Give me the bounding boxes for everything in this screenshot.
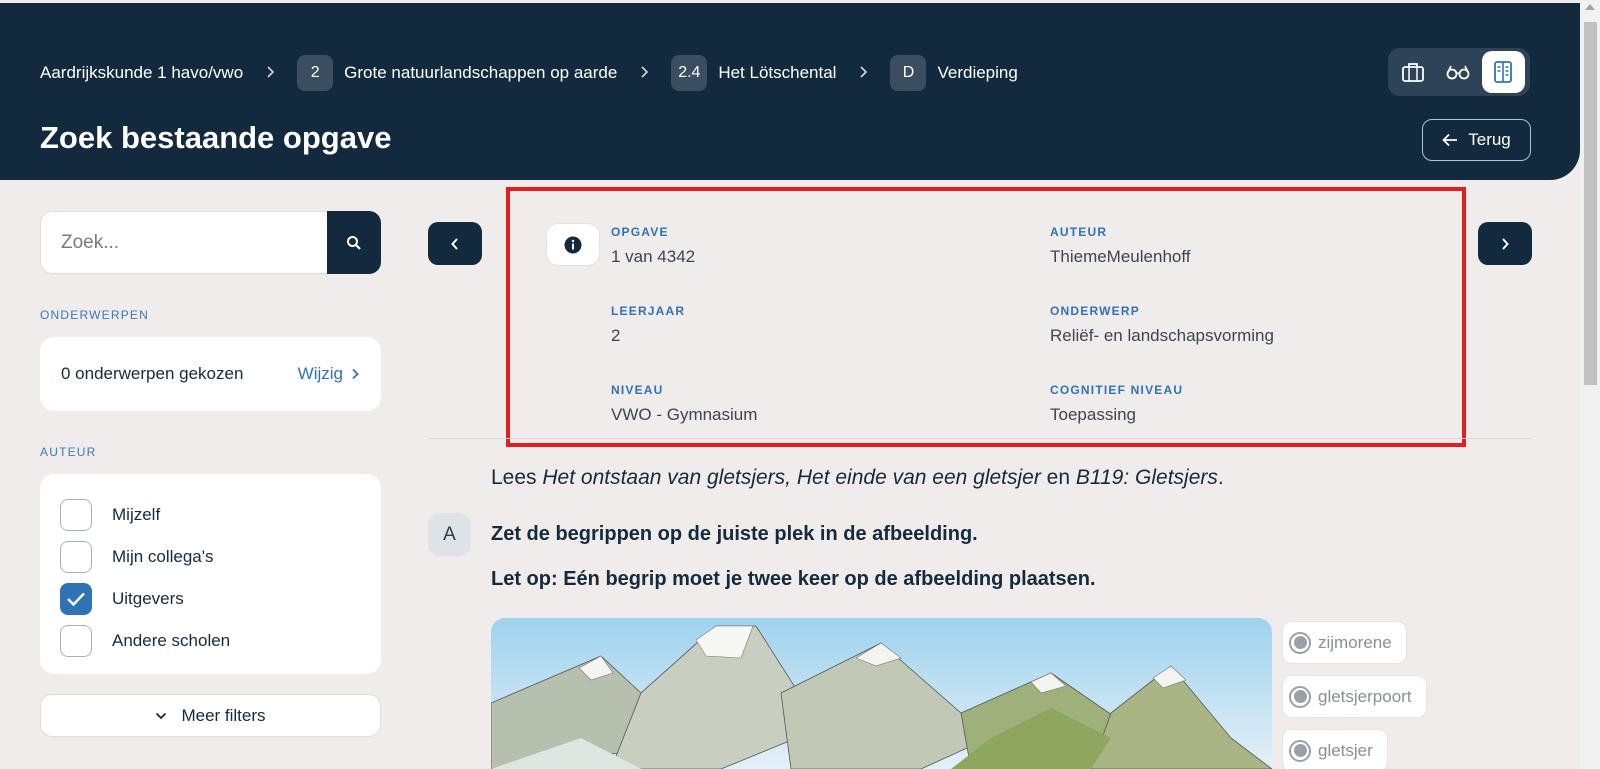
search-button[interactable] bbox=[327, 211, 381, 274]
author-section-label: AUTEUR bbox=[40, 445, 97, 459]
chevron-left-icon bbox=[451, 237, 458, 250]
search-box bbox=[40, 211, 381, 274]
question-letter-badge: A bbox=[428, 513, 471, 556]
breadcrumb-item-chapter[interactable]: Grote natuurlandschappen op aarde bbox=[344, 63, 617, 83]
next-button[interactable] bbox=[1478, 222, 1532, 265]
arrow-left-icon bbox=[1442, 133, 1458, 147]
reading-source-2: B119: Gletsjers bbox=[1075, 466, 1218, 489]
breadcrumb-item-paragraph[interactable]: Het Lötschental bbox=[718, 63, 836, 83]
breadcrumb-item-section[interactable]: Verdieping bbox=[937, 63, 1017, 83]
drag-handle-icon bbox=[1289, 685, 1311, 708]
view-toggle bbox=[1388, 48, 1530, 96]
breadcrumb-badge-section: D bbox=[890, 55, 927, 91]
author-option-label: Uitgevers bbox=[112, 589, 184, 608]
reading-prefix: Lees bbox=[491, 466, 543, 489]
edit-topics-label: Wijzig bbox=[297, 364, 343, 383]
author-option-uitgevers[interactable]: Uitgevers bbox=[40, 578, 381, 620]
author-option-label: Mijn collega's bbox=[112, 547, 214, 566]
breadcrumb-badge-paragraph: 2.4 bbox=[671, 55, 708, 91]
author-option-collegas[interactable]: Mijn collega's bbox=[40, 536, 381, 578]
checkbox[interactable] bbox=[60, 499, 92, 531]
scroll-up-arrow-icon[interactable] bbox=[1585, 4, 1595, 10]
reading-suffix: . bbox=[1217, 466, 1224, 489]
topics-card: 0 onderwerpen gekozen Wijzig bbox=[40, 337, 381, 411]
scrollbar-thumb[interactable] bbox=[1584, 22, 1597, 385]
reading-source-1: Het ontstaan van gletsjers, Het einde va… bbox=[542, 466, 1041, 489]
term-chip-gletsjerpoort[interactable]: gletsjerpoort bbox=[1282, 675, 1427, 718]
drag-handle-icon bbox=[1289, 739, 1311, 762]
author-filter-card: Mijzelf Mijn collega's Uitgevers Andere … bbox=[40, 474, 381, 674]
chevron-right-icon bbox=[265, 65, 275, 81]
chevron-right-icon bbox=[1502, 237, 1509, 250]
glasses-icon[interactable] bbox=[1436, 51, 1479, 93]
topics-section-label: ONDERWERPEN bbox=[40, 308, 149, 322]
page-title: Zoek bestaande opgave bbox=[40, 120, 392, 155]
term-chip-label: gletsjer bbox=[1318, 740, 1373, 760]
breadcrumb-item-course[interactable]: Aardrijkskunde 1 havo/vwo bbox=[40, 63, 243, 83]
chevron-down-icon bbox=[155, 712, 167, 720]
checkbox[interactable] bbox=[60, 541, 92, 573]
divider bbox=[428, 438, 1532, 439]
reading-instruction: Lees Het ontstaan van gletsjers, Het ein… bbox=[491, 466, 1224, 490]
checkbox-checked[interactable] bbox=[60, 583, 92, 615]
term-chip-zijmorene[interactable]: zijmorene bbox=[1282, 621, 1407, 664]
back-button[interactable]: Terug bbox=[1422, 119, 1531, 161]
checkbox[interactable] bbox=[60, 625, 92, 657]
term-chip-label: zijmorene bbox=[1318, 632, 1392, 652]
breadcrumb: Aardrijkskunde 1 havo/vwo 2 Grote natuur… bbox=[40, 55, 1018, 91]
author-option-label: Andere scholen bbox=[112, 631, 231, 650]
term-chip-label: gletsjerpoort bbox=[1318, 686, 1412, 706]
reading-mid: en bbox=[1040, 466, 1076, 489]
edit-topics-link[interactable]: Wijzig bbox=[298, 364, 359, 384]
highlight-box bbox=[506, 187, 1466, 447]
previous-button[interactable] bbox=[428, 222, 482, 265]
chevron-right-icon bbox=[351, 368, 359, 380]
question-instruction: Zet de begrippen op de juiste plek in de… bbox=[491, 523, 978, 545]
back-button-label: Terug bbox=[1468, 130, 1511, 149]
term-chip-gletsjer[interactable]: gletsjer bbox=[1282, 729, 1388, 769]
book-open-icon[interactable] bbox=[1481, 51, 1525, 93]
checkmark-icon bbox=[67, 592, 85, 607]
author-option-label: Mijzelf bbox=[112, 505, 161, 524]
drag-handle-icon bbox=[1289, 631, 1311, 654]
breadcrumb-badge-chapter: 2 bbox=[297, 55, 334, 91]
search-input[interactable] bbox=[40, 211, 327, 274]
glacier-illustration bbox=[491, 618, 1272, 769]
chevron-right-icon bbox=[858, 65, 868, 81]
more-filters-button[interactable]: Meer filters bbox=[40, 694, 381, 737]
topics-chosen-text: 0 onderwerpen gekozen bbox=[61, 364, 244, 383]
more-filters-label: Meer filters bbox=[181, 705, 266, 725]
chevron-right-icon bbox=[639, 65, 649, 81]
briefcase-icon[interactable] bbox=[1391, 51, 1434, 93]
question-note: Let op: Eén begrip moet je twee keer op … bbox=[491, 568, 1096, 590]
author-option-andere-scholen[interactable]: Andere scholen bbox=[40, 620, 381, 662]
page-header: Aardrijkskunde 1 havo/vwo 2 Grote natuur… bbox=[0, 3, 1580, 180]
author-option-mijzelf[interactable]: Mijzelf bbox=[40, 494, 381, 536]
search-icon bbox=[347, 235, 361, 250]
